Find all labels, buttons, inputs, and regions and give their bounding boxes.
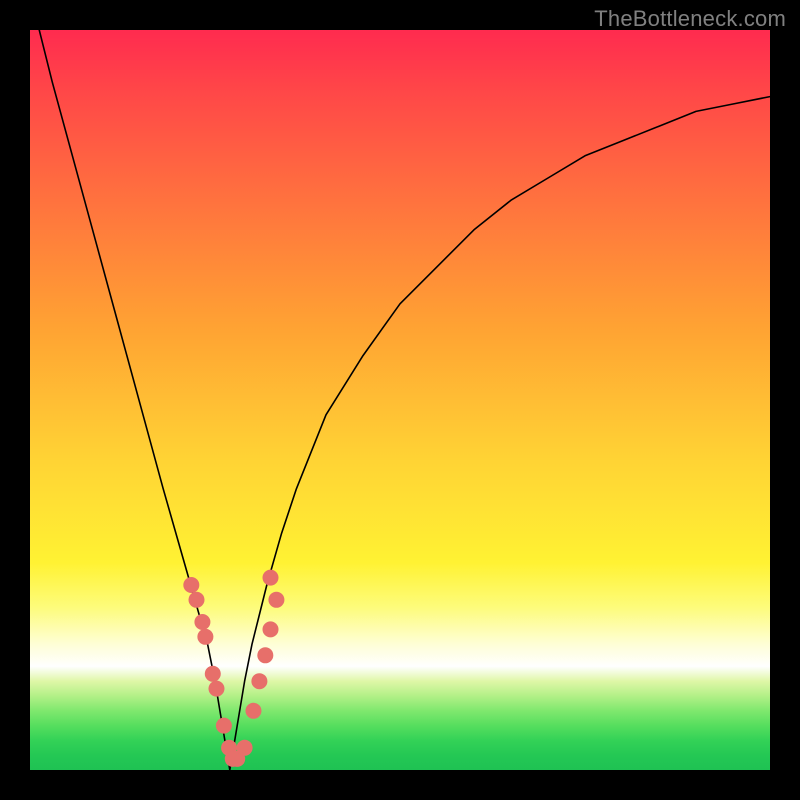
watermark-text: TheBottleneck.com [594,6,786,32]
marker-group [183,570,284,767]
marker-dot [263,621,279,637]
marker-dot [189,592,205,608]
marker-dot [197,629,213,645]
marker-dot [257,647,273,663]
marker-dot [205,666,221,682]
marker-dot [183,577,199,593]
marker-dot [263,570,279,586]
marker-dot [208,681,224,697]
plot-area [30,30,770,770]
marker-dot [245,703,261,719]
marker-dot [216,718,232,734]
chart-frame: TheBottleneck.com [0,0,800,800]
marker-dot [194,614,210,630]
marker-dot [251,673,267,689]
marker-dot [237,740,253,756]
plot-svg [30,30,770,770]
bottleneck-curve [30,30,770,770]
marker-dot [268,592,284,608]
